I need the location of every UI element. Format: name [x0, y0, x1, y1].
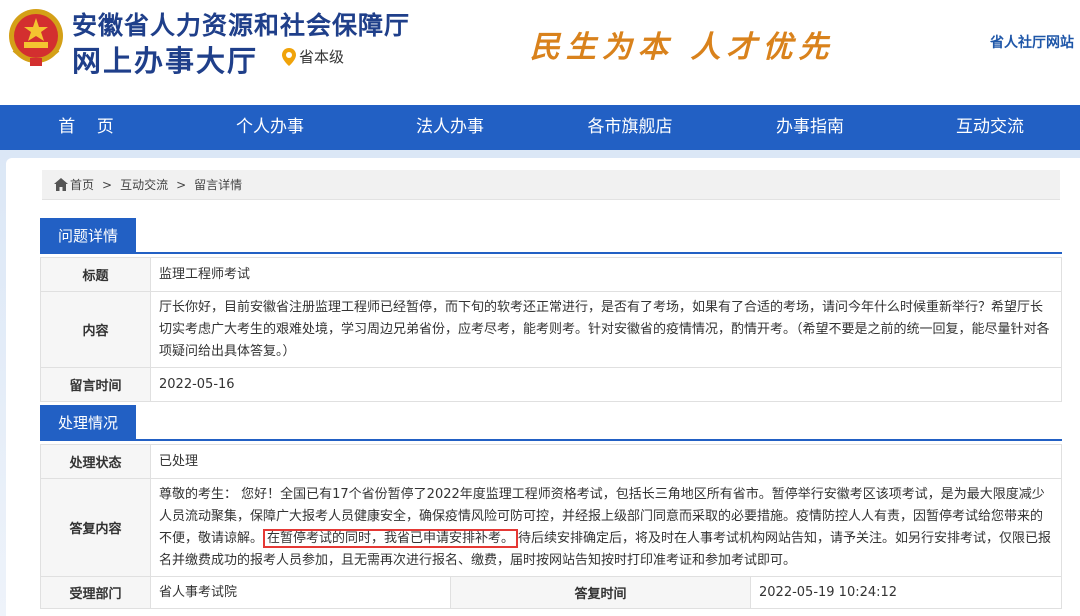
home-icon: [54, 178, 68, 191]
dept-label: 受理部门: [40, 576, 151, 609]
content-label: 内容: [40, 291, 151, 368]
breadcrumb-separator: >: [176, 177, 187, 192]
nav-home[interactable]: 首 页: [0, 105, 180, 150]
nav-guide[interactable]: 办事指南: [720, 105, 900, 150]
main-nav: 首 页 个人办事 法人办事 各市旗舰店 办事指南 互动交流: [0, 105, 1080, 150]
breadcrumb-separator: >: [102, 177, 113, 192]
nav-corporate[interactable]: 法人办事: [360, 105, 540, 150]
breadcrumb-interaction[interactable]: 互动交流: [120, 176, 168, 193]
table-row: 受理部门 省人事考试院 答复时间 2022-05-19 10:24:12: [40, 576, 1062, 609]
national-emblem-icon: [9, 9, 63, 66]
reply-highlight: 在暂停考试的同时，我省已申请安排补考。: [263, 528, 519, 548]
processing-section-label: 处理情况: [40, 405, 136, 441]
question-section-label: 问题详情: [40, 218, 136, 254]
breadcrumb-home[interactable]: 首页: [54, 176, 94, 193]
slogan: 民生为本 人才优先: [530, 30, 835, 65]
breadcrumb-home-label: 首页: [70, 178, 95, 192]
reply-content: 尊敬的考生： 您好！全国已有17个省份暂停了2022年度监理工程师资格考试，包括…: [150, 478, 1062, 577]
reply-time-value: 2022-05-19 10:24:12: [750, 576, 1062, 609]
question-section-header: 问题详情: [40, 218, 1062, 254]
status-value: 已处理: [150, 444, 1062, 479]
status-label: 处理状态: [40, 444, 151, 479]
level-selector[interactable]: 省本级: [282, 46, 344, 67]
reply-label: 答复内容: [40, 478, 151, 577]
nav-city-stores[interactable]: 各市旗舰店: [540, 105, 720, 150]
site-header: 安徽省人力资源和社会保障厅 网上办事大厅 省本级 民生为本 人才优先 省人社厅网…: [0, 0, 1080, 105]
message-time-label: 留言时间: [40, 367, 151, 402]
top-site-link[interactable]: 省人社厅网站: [990, 32, 1074, 52]
table-row: 处理状态 已处理: [40, 444, 1062, 479]
org-title: 安徽省人力资源和社会保障厅: [72, 11, 411, 40]
table-row: 标题 监理工程师考试: [40, 257, 1062, 292]
content-value: 厅长你好，目前安徽省注册监理工程师已经暂停，而下旬的软考还正常进行，是否有了考场…: [150, 291, 1062, 368]
nav-interaction[interactable]: 互动交流: [900, 105, 1080, 150]
breadcrumb: 首页 > 互动交流 > 留言详情: [42, 170, 1060, 200]
level-label: 省本级: [299, 48, 345, 66]
processing-table: 处理状态 已处理 答复内容 尊敬的考生： 您好！全国已有17个省份暂停了2022…: [40, 444, 1062, 609]
nav-personal[interactable]: 个人办事: [180, 105, 360, 150]
dept-value: 省人事考试院: [150, 576, 451, 609]
hall-title: 网上办事大厅: [72, 44, 259, 78]
table-row: 内容 厅长你好，目前安徽省注册监理工程师已经暂停，而下旬的软考还正常进行，是否有…: [40, 291, 1062, 368]
message-time-value: 2022-05-16: [150, 367, 1062, 402]
title-value: 监理工程师考试: [150, 257, 1062, 292]
question-table: 标题 监理工程师考试 内容 厅长你好，目前安徽省注册监理工程师已经暂停，而下旬的…: [40, 257, 1062, 402]
table-row: 答复内容 尊敬的考生： 您好！全国已有17个省份暂停了2022年度监理工程师资格…: [40, 478, 1062, 577]
processing-section-header: 处理情况: [40, 405, 1062, 441]
location-pin-icon: [282, 47, 296, 66]
breadcrumb-current: 留言详情: [194, 178, 243, 192]
reply-time-label: 答复时间: [450, 576, 751, 609]
table-row: 留言时间 2022-05-16: [40, 367, 1062, 402]
title-label: 标题: [40, 257, 151, 292]
